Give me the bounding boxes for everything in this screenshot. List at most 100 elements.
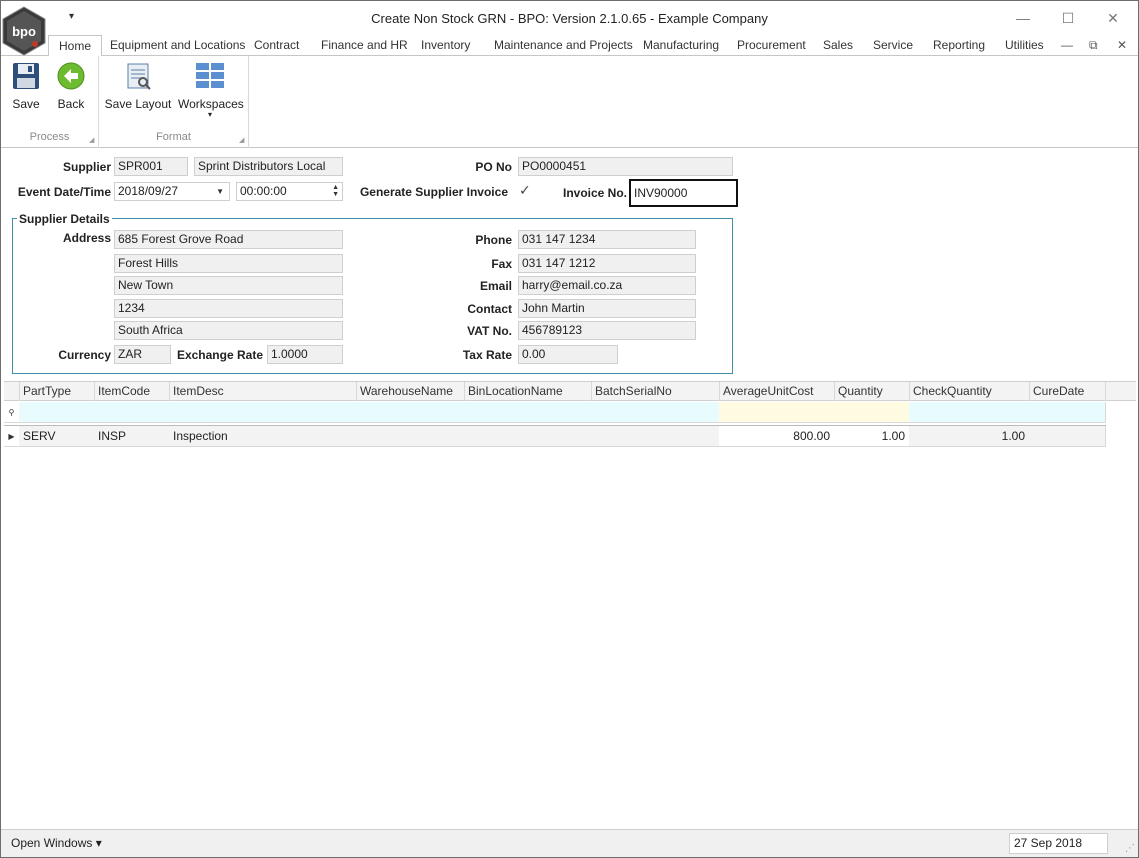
save-button-label: Save: [12, 97, 40, 111]
tab-utilities[interactable]: Utilities: [1005, 35, 1044, 56]
address-line-5-field[interactable]: South Africa: [114, 321, 343, 340]
tab-manufacturing[interactable]: Manufacturing: [643, 35, 719, 56]
column-header-parttype[interactable]: PartType: [19, 382, 95, 401]
column-header-binlocationname[interactable]: BinLocationName: [464, 382, 592, 401]
event-time-spinner[interactable]: 00:00:00 ▲ ▼: [236, 182, 343, 201]
new-row-cell[interactable]: [356, 402, 465, 423]
cell-warehousename[interactable]: [356, 426, 465, 447]
close-button[interactable]: ✕: [1098, 7, 1128, 29]
fax-field[interactable]: 031 147 1212: [518, 254, 696, 273]
save-layout-label: Save Layout: [104, 97, 172, 111]
cell-averageunitcost[interactable]: 800.00: [719, 426, 835, 447]
address-line-4-field[interactable]: 1234: [114, 299, 343, 318]
tab-home[interactable]: Home: [48, 35, 103, 57]
po-no-field[interactable]: PO0000451: [518, 157, 733, 176]
event-date-value: 2018/09/27: [118, 184, 179, 198]
column-header-warehousename[interactable]: WarehouseName: [356, 382, 465, 401]
column-header-itemdesc[interactable]: ItemDesc: [169, 382, 357, 401]
column-header-curedate[interactable]: CureDate: [1029, 382, 1106, 401]
back-button[interactable]: Back: [54, 62, 88, 111]
currency-field[interactable]: ZAR: [114, 345, 171, 364]
address-line-1-field[interactable]: 685 Forest Grove Road: [114, 230, 343, 249]
contact-field[interactable]: John Martin: [518, 299, 696, 318]
invoice-no-field[interactable]: INV90000: [629, 179, 738, 207]
vat-no-field[interactable]: 456789123: [518, 321, 696, 340]
minimize-button[interactable]: —: [1008, 7, 1038, 29]
new-row-cell[interactable]: [1029, 402, 1106, 423]
table-row[interactable]: ▶ SERV INSP Inspection 800.00 1.00 1.00: [4, 425, 1106, 447]
tab-contract[interactable]: Contract: [254, 35, 299, 56]
new-row-cell[interactable]: [834, 402, 910, 423]
tab-finance-and-hr[interactable]: Finance and HR: [321, 35, 408, 56]
mdi-restore-button[interactable]: ⧉: [1089, 35, 1098, 55]
group-label-format: Format: [156, 131, 191, 143]
cell-itemcode[interactable]: INSP: [94, 426, 170, 447]
new-row-pin-icon: ⚲: [4, 402, 20, 423]
save-layout-button[interactable]: Save Layout: [104, 62, 172, 111]
tab-equipment-and-locations[interactable]: Equipment and Locations: [110, 35, 245, 56]
workspaces-dropdown-arrow: ▾: [207, 110, 212, 119]
email-field[interactable]: harry@email.co.za: [518, 276, 696, 295]
ribbon-group-separator: [248, 56, 249, 148]
new-row-cell[interactable]: [169, 402, 357, 423]
address-label: Address: [62, 231, 111, 245]
app-window: Create Non Stock GRN - BPO: Version 2.1.…: [0, 0, 1139, 858]
exchange-rate-field[interactable]: 1.0000: [267, 345, 343, 364]
cell-batchserialno[interactable]: [591, 426, 720, 447]
supplier-name-field[interactable]: Sprint Distributors Local: [194, 157, 343, 176]
cell-binlocationname[interactable]: [464, 426, 592, 447]
ribbon-panel: Save Back Process ◢ Save Layout Workspac…: [1, 56, 1138, 148]
cell-parttype[interactable]: SERV: [19, 426, 95, 447]
column-header-batchserialno[interactable]: BatchSerialNo: [591, 382, 720, 401]
chevron-down-icon[interactable]: ▼: [216, 183, 224, 200]
quick-access-toolbar-dropdown[interactable]: ▾: [69, 11, 74, 22]
tax-rate-label: Tax Rate: [462, 348, 512, 362]
format-group-launcher[interactable]: ◢: [239, 136, 244, 144]
generate-supplier-invoice-checkbox[interactable]: ✓: [519, 183, 533, 198]
resize-grip-icon[interactable]: ⋰: [1125, 843, 1135, 854]
column-header-itemcode[interactable]: ItemCode: [94, 382, 170, 401]
maximize-button[interactable]: ☐: [1053, 7, 1083, 29]
tab-procurement[interactable]: Procurement: [737, 35, 806, 56]
address-line-3-field[interactable]: New Town: [114, 276, 343, 295]
grid-corner: [4, 382, 20, 401]
process-group-launcher[interactable]: ◢: [89, 136, 94, 144]
new-row-cell[interactable]: [94, 402, 170, 423]
mdi-close-button[interactable]: ✕: [1117, 35, 1127, 55]
fax-label: Fax: [491, 257, 512, 271]
grid-header: PartType ItemCode ItemDesc WarehouseName…: [4, 381, 1136, 401]
open-windows-menu[interactable]: Open Windows ▾: [11, 836, 102, 850]
save-button[interactable]: Save: [9, 62, 43, 111]
new-row-cell[interactable]: [591, 402, 720, 423]
tab-service[interactable]: Service: [873, 35, 913, 56]
tab-inventory[interactable]: Inventory: [421, 35, 470, 56]
column-header-averageunitcost[interactable]: AverageUnitCost: [719, 382, 835, 401]
column-header-quantity[interactable]: Quantity: [834, 382, 910, 401]
event-date-picker[interactable]: 2018/09/27 ▼: [114, 182, 230, 201]
new-row-cell[interactable]: [719, 402, 835, 423]
tax-rate-field[interactable]: 0.00: [518, 345, 618, 364]
new-row-cell[interactable]: [909, 402, 1030, 423]
cell-quantity[interactable]: 1.00: [834, 426, 910, 447]
tab-maintenance-and-projects[interactable]: Maintenance and Projects: [494, 35, 633, 56]
new-row-cell[interactable]: [19, 402, 95, 423]
app-logo[interactable]: bpo: [2, 6, 46, 56]
supplier-label: Supplier: [62, 160, 111, 174]
new-item-row[interactable]: ⚲: [4, 402, 1106, 423]
address-line-2-field[interactable]: Forest Hills: [114, 254, 343, 273]
row-selector-icon[interactable]: ▶: [4, 426, 20, 447]
supplier-code-field[interactable]: SPR001: [114, 157, 188, 176]
cell-curedate[interactable]: [1029, 426, 1106, 447]
new-row-cell[interactable]: [464, 402, 592, 423]
mdi-minimize-button[interactable]: —: [1061, 35, 1073, 55]
workspaces-icon: [178, 62, 242, 93]
cell-checkquantity[interactable]: 1.00: [909, 426, 1030, 447]
column-header-checkquantity[interactable]: CheckQuantity: [909, 382, 1030, 401]
tab-reporting[interactable]: Reporting: [933, 35, 985, 56]
phone-field[interactable]: 031 147 1234: [518, 230, 696, 249]
spin-arrows-icon[interactable]: ▲ ▼: [332, 184, 339, 198]
cell-itemdesc[interactable]: Inspection: [169, 426, 357, 447]
vat-no-label: VAT No.: [467, 324, 512, 338]
tab-sales[interactable]: Sales: [823, 35, 853, 56]
workspaces-button[interactable]: Workspaces ▾: [178, 62, 244, 119]
